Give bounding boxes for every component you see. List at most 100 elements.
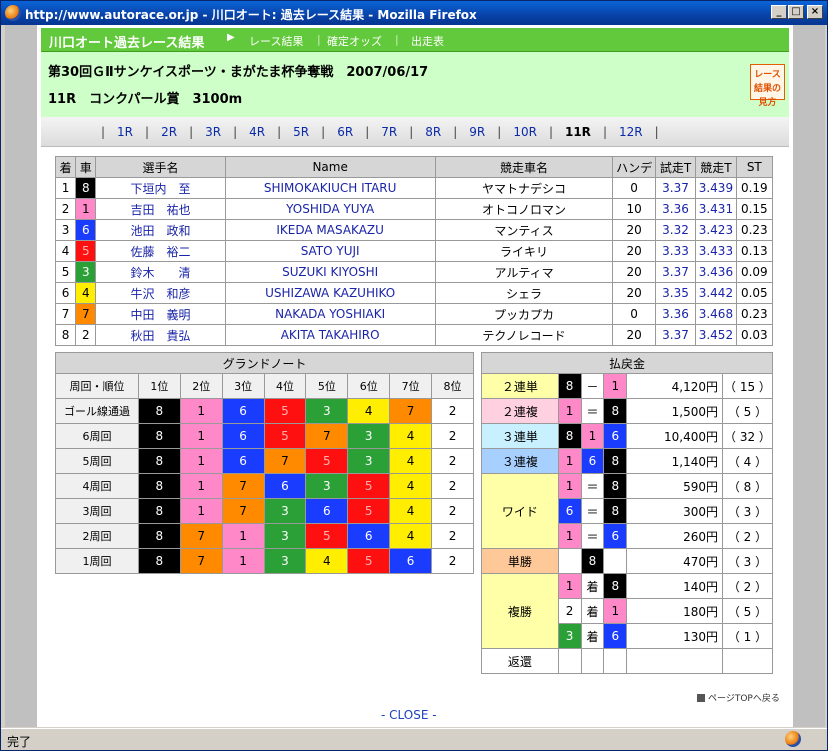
trial-time-link[interactable]: 3.37 [654,324,697,346]
rider-romaji-link[interactable]: SATO YUJI [224,240,436,262]
race-info: 第30回ＧⅡサンケイスポーツ・まがたま杯争奪戦 2007/06/17 11R コ… [41,52,789,117]
race-time-link[interactable]: 3.452 [695,324,737,346]
page-top-link[interactable]: ページTOPへ戻る [697,691,780,704]
payout-car-cell: 8 [557,423,582,449]
lap-row: 2周回 8 7 1 3 5 6 4 2 [55,523,474,549]
car-number-cell: 2 [431,498,474,524]
race-link-10r[interactable]: 10R [501,125,549,139]
car-number-cell: 5 [305,448,349,474]
bet-type-cell: ２連複 [481,398,559,424]
place-cell: 8 [54,324,77,346]
trial-time-link[interactable]: 3.37 [654,177,697,199]
payout-symbol-cell: 着 [580,598,605,624]
trial-time-link[interactable]: 3.35 [654,282,697,304]
payout-symbol-cell: 着 [580,623,605,649]
car-number-cell: 2 [75,324,97,346]
nav-link-entries[interactable]: 出走表 [411,33,444,49]
rider-romaji-link[interactable]: YOSHIDA YUYA [224,198,436,220]
payout-car-cell: 6 [603,623,628,649]
rider-romaji-link[interactable]: USHIZAWA KAZUHIKO [224,282,436,304]
race-time-link[interactable]: 3.439 [695,177,737,199]
close-link[interactable]: - CLOSE - [381,708,437,722]
rider-romaji-link[interactable]: SUZUKI KIYOSHI [224,261,436,283]
payout-title: 払戻金 [481,352,773,374]
rider-name-link[interactable]: 佐藤 裕二 [95,240,226,262]
car-number-cell: 6 [221,423,265,449]
start-timing-cell: 0.19 [735,177,774,199]
car-number-cell: 4 [75,282,97,304]
race-time-link[interactable]: 3.431 [695,198,737,220]
race-link-1r[interactable]: 1R [105,125,145,139]
trial-time-link[interactable]: 3.37 [654,261,697,283]
arrow-right-icon: ▶ [227,32,235,43]
grand-note-title: グランドノート [55,352,474,374]
race-link-6r[interactable]: 6R [325,125,365,139]
car-number-cell: 8 [137,423,181,449]
car-number-cell: 4 [389,423,433,449]
rider-name-link[interactable]: 池田 政和 [95,219,226,241]
popularity-cell: （ 8 ） [721,473,774,499]
race-link-5r[interactable]: 5R [281,125,321,139]
car-number-cell: 5 [347,498,391,524]
rider-name-link[interactable]: 下垣内 至 [95,177,226,199]
maximize-button[interactable]: □ [788,5,804,19]
position-header: 2位 [179,373,223,399]
race-time-link[interactable]: 3.436 [695,261,737,283]
handicap-cell: 0 [612,177,656,199]
rider-romaji-link[interactable]: IKEDA MASAKAZU [224,219,436,241]
race-link-8r[interactable]: 8R [413,125,453,139]
close-window-button[interactable]: × [807,5,823,19]
race-time-link[interactable]: 3.442 [695,282,737,304]
site-name: 川口オート過去レース結果 [49,36,205,51]
rider-name-link[interactable]: 中田 義明 [95,303,226,325]
entries-header-cell: 試走T [654,156,697,178]
car-number-cell: 4 [347,398,391,424]
rider-name-link[interactable]: 秋田 貴弘 [95,324,226,346]
race-time-link[interactable]: 3.433 [695,240,737,262]
entry-row: 1 8 下垣内 至 SHIMOKAKIUCH ITARU ヤマトナデシコ 0 3.37 3.4… [54,177,774,199]
trial-time-link[interactable]: 3.36 [654,198,697,220]
entry-row: 7 7 中田 義明 NAKADA YOSHIAKI プッカプカ 0 3.36 3.468 0.2… [54,303,774,325]
race-link-9r[interactable]: 9R [457,125,497,139]
car-number-cell: 1 [179,473,223,499]
lap-label: 4周回 [55,473,139,499]
payout-symbol-cell: ＝ [580,498,605,524]
race-link-12r[interactable]: 12R [607,125,655,139]
race-time-link[interactable]: 3.423 [695,219,737,241]
payout-row: ２連単 8 － 1 4,120円（ 15 ） [481,373,774,399]
start-timing-cell: 0.15 [735,198,774,220]
rider-name-link[interactable]: 牛沢 和彦 [95,282,226,304]
car-number-cell: 4 [389,523,433,549]
race-link-2r[interactable]: 2R [149,125,189,139]
machine-name-cell: シェラ [434,282,614,304]
trial-time-link[interactable]: 3.33 [654,240,697,262]
rider-romaji-link[interactable]: AKITA TAKAHIRO [224,324,436,346]
rider-name-link[interactable]: 鈴木 清 [95,261,226,283]
car-number-cell: 6 [347,523,391,549]
payout-car-cell: 6 [603,423,628,449]
trial-time-link[interactable]: 3.32 [654,219,697,241]
rider-romaji-link[interactable]: SHIMOKAKIUCH ITARU [224,177,436,199]
result-guide-button[interactable]: レース結果の見方 [750,64,785,108]
race-link-4r[interactable]: 4R [237,125,277,139]
race-link-7r[interactable]: 7R [369,125,409,139]
popularity-cell: （ 1 ） [721,623,774,649]
bet-type-cell: 単勝 [481,548,559,574]
rider-romaji-link[interactable]: NAKADA YOSHIAKI [224,303,436,325]
nav-separator: | [317,33,321,46]
minimize-button[interactable]: _ [771,5,787,19]
bet-type-cell: ３連単 [481,423,559,449]
race-subtitle: 11R コンクパール賞 3100m [48,92,243,107]
payout-amount: 130円 [626,623,723,649]
race-time-link[interactable]: 3.468 [695,303,737,325]
race-link-3r[interactable]: 3R [193,125,233,139]
rider-name-link[interactable]: 吉田 祐也 [95,198,226,220]
machine-name-cell: オトコノロマン [434,198,614,220]
entries-header-cell: 着 [54,156,77,178]
nav-link-results[interactable]: レース結果 [249,33,303,49]
car-number-cell: 8 [137,523,181,549]
payout-symbol-cell [557,548,582,574]
nav-link-odds[interactable]: 確定オッズ [327,33,382,49]
payout-amount: 300円 [626,498,723,524]
trial-time-link[interactable]: 3.36 [654,303,697,325]
